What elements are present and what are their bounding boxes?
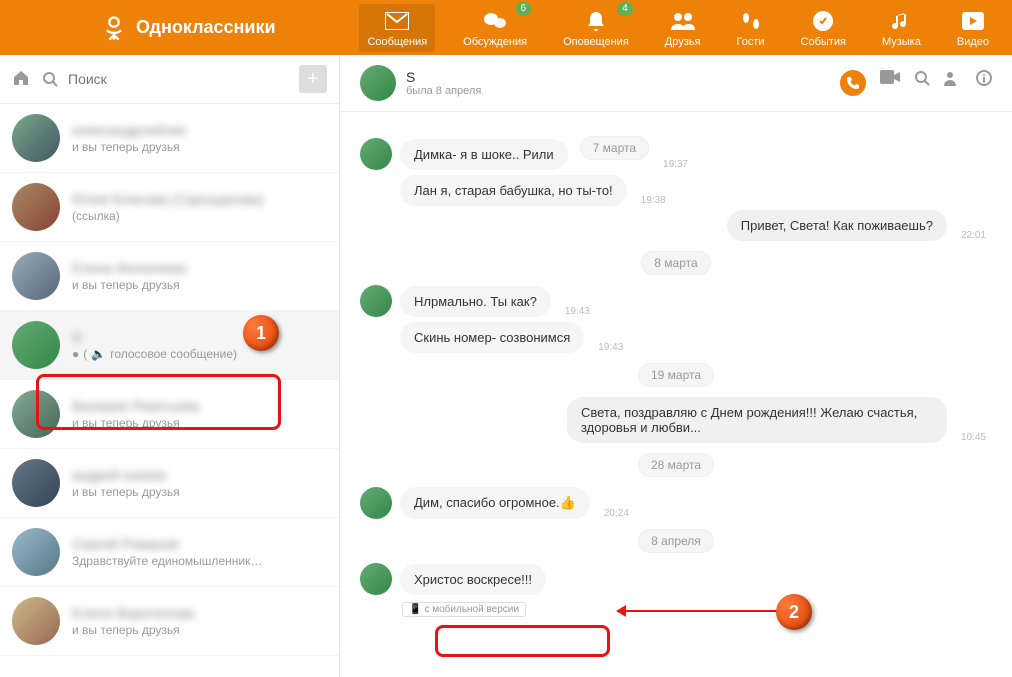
chat-bubbles-icon bbox=[482, 8, 508, 34]
thumbsup-icon bbox=[810, 8, 836, 34]
date-separator: 19 марта bbox=[638, 363, 714, 387]
message-row: Нлрмально. Ты как? 19:43 bbox=[360, 285, 992, 317]
videocall-icon[interactable] bbox=[880, 70, 900, 96]
add-user-icon[interactable] bbox=[944, 70, 962, 96]
message-row: Скинь номер- созвонимся 19:43 bbox=[360, 321, 992, 353]
message-bubble[interactable]: Димка- я в шоке.. Рили bbox=[400, 139, 568, 170]
nav-events[interactable]: События bbox=[793, 4, 854, 52]
chat-actions bbox=[840, 70, 992, 96]
call-button[interactable] bbox=[840, 70, 866, 96]
nav-friends[interactable]: Друзья bbox=[657, 4, 709, 52]
message-bubble[interactable]: Христос воскресе!!! bbox=[400, 564, 546, 595]
list-item[interactable]: Валерия Рекитьеваи вы теперь друзья bbox=[0, 380, 339, 449]
annotation-callout-2: 2 bbox=[776, 594, 812, 630]
avatar bbox=[12, 183, 60, 231]
nav-notifications[interactable]: 4 Оповещения bbox=[555, 4, 637, 52]
nav-music[interactable]: Музыка bbox=[874, 4, 929, 52]
message-bubble[interactable]: Дим, спасибо огромное.👍 bbox=[400, 487, 590, 519]
list-item[interactable]: Елена Воротиловаи вы теперь друзья bbox=[0, 587, 339, 656]
message-time: 20:24 bbox=[604, 508, 629, 519]
date-separator: 8 апреля bbox=[638, 529, 714, 553]
top-navbar: Одноклассники Сообщения 6 Обсуждения 4 О… bbox=[0, 0, 1012, 55]
message-avatar bbox=[360, 487, 392, 519]
chat-title: S bbox=[406, 69, 830, 85]
ok-logo-icon bbox=[100, 14, 128, 42]
new-chat-button[interactable]: + bbox=[299, 65, 327, 93]
message-avatar bbox=[360, 563, 392, 595]
chat-avatar[interactable] bbox=[360, 65, 396, 101]
message-bubble[interactable]: Скинь номер- созвонимся bbox=[400, 322, 584, 353]
avatar bbox=[12, 252, 60, 300]
video-icon bbox=[960, 8, 986, 34]
message-row: Лан я, старая бабушка, но ты-то! 19:38 bbox=[360, 174, 992, 206]
message-bubble[interactable]: Лан я, старая бабушка, но ты-то! bbox=[400, 175, 627, 206]
message-time: 22:01 bbox=[961, 230, 986, 241]
message-row: Дим, спасибо огромное.👍 20:24 bbox=[360, 487, 992, 519]
nav-items: Сообщения 6 Обсуждения 4 Оповещения Друз… bbox=[359, 4, 997, 52]
message-row: Христос воскресе!!! bbox=[360, 563, 992, 595]
list-item[interactable]: александрсиблини вы теперь друзья bbox=[0, 104, 339, 173]
friends-icon bbox=[670, 8, 696, 34]
message-time: 19:43 bbox=[598, 342, 623, 353]
avatar bbox=[12, 321, 60, 369]
nav-discussions[interactable]: 6 Обсуждения bbox=[455, 4, 535, 52]
annotation-callout-1: 1 bbox=[243, 315, 279, 351]
badge: 4 bbox=[617, 2, 633, 16]
nav-video[interactable]: Видео bbox=[949, 4, 997, 52]
nav-messages[interactable]: Сообщения bbox=[359, 4, 435, 52]
list-item[interactable]: Елена Фалагяеваи вы теперь друзья bbox=[0, 242, 339, 311]
message-row: Привет, Света! Как поживаешь? 22:01 bbox=[360, 210, 992, 241]
date-separator: 28 марта bbox=[638, 453, 714, 477]
brand-text: Одноклассники bbox=[136, 17, 276, 38]
message-row: Света, поздравляю с Днем рождения!!! Жел… bbox=[360, 397, 992, 443]
message-time: 19:37 bbox=[663, 159, 688, 170]
chat-status: была 8 апреля bbox=[406, 85, 830, 97]
list-item[interactable]: андрей кокиеви вы теперь друзья bbox=[0, 449, 339, 518]
list-item[interactable]: Сергей РомановЗдравствуйте единомышленни… bbox=[0, 518, 339, 587]
list-item-selected[interactable]: S●(🔈 голосовое сообщение) bbox=[0, 311, 339, 380]
annotation-arrow bbox=[620, 610, 780, 612]
speaker-icon: 🔈 bbox=[91, 347, 106, 361]
sidebar: + александрсиблини вы теперь друзья Юлия… bbox=[0, 55, 340, 677]
avatar bbox=[12, 390, 60, 438]
message-time: 19:38 bbox=[641, 195, 666, 206]
conversation-list: александрсиблини вы теперь друзья Юлия Б… bbox=[0, 104, 339, 677]
avatar bbox=[12, 459, 60, 507]
message-time: 19:43 bbox=[565, 306, 590, 317]
message-avatar bbox=[360, 138, 392, 170]
brand-logo[interactable]: Одноклассники bbox=[100, 14, 276, 42]
chat-body[interactable]: Димка- я в шоке.. Рили 7 марта 19:37 Лан я,… bbox=[340, 112, 1012, 677]
list-item[interactable]: Юлия Блинова (Скрощанова)(ссылка) bbox=[0, 173, 339, 242]
badge: 6 bbox=[516, 2, 532, 16]
avatar bbox=[12, 528, 60, 576]
chat-header: S была 8 апреля bbox=[340, 55, 1012, 112]
sidebar-header: + bbox=[0, 55, 339, 104]
search-input[interactable] bbox=[68, 71, 289, 87]
search-chat-icon[interactable] bbox=[914, 70, 930, 96]
message-bubble[interactable]: Нлрмально. Ты как? bbox=[400, 286, 551, 317]
info-icon[interactable] bbox=[976, 70, 992, 96]
phone-icon: 📱 bbox=[409, 604, 421, 615]
bell-icon bbox=[583, 8, 609, 34]
envelope-icon bbox=[384, 8, 410, 34]
search-icon bbox=[42, 71, 58, 87]
message-time: 10:45 bbox=[961, 432, 986, 443]
mini-avatar-icon: ● bbox=[72, 347, 79, 361]
home-icon[interactable] bbox=[12, 69, 32, 89]
avatar bbox=[12, 114, 60, 162]
footprints-icon bbox=[738, 8, 764, 34]
date-separator: 7 марта bbox=[580, 136, 649, 160]
message-row: Димка- я в шоке.. Рили 7 марта 19:37 bbox=[360, 126, 992, 170]
mobile-version-tag: 📱с мобильной версии bbox=[402, 602, 526, 617]
music-icon bbox=[888, 8, 914, 34]
chat-pane: S была 8 апреля Димка- я в шоке.. Рили 7 … bbox=[340, 55, 1012, 677]
message-avatar bbox=[360, 285, 392, 317]
nav-guests[interactable]: Гости bbox=[728, 4, 772, 52]
avatar bbox=[12, 597, 60, 645]
message-bubble[interactable]: Привет, Света! Как поживаешь? bbox=[727, 210, 947, 241]
message-bubble[interactable]: Света, поздравляю с Днем рождения!!! Жел… bbox=[567, 397, 947, 443]
date-separator: 8 марта bbox=[641, 251, 710, 275]
